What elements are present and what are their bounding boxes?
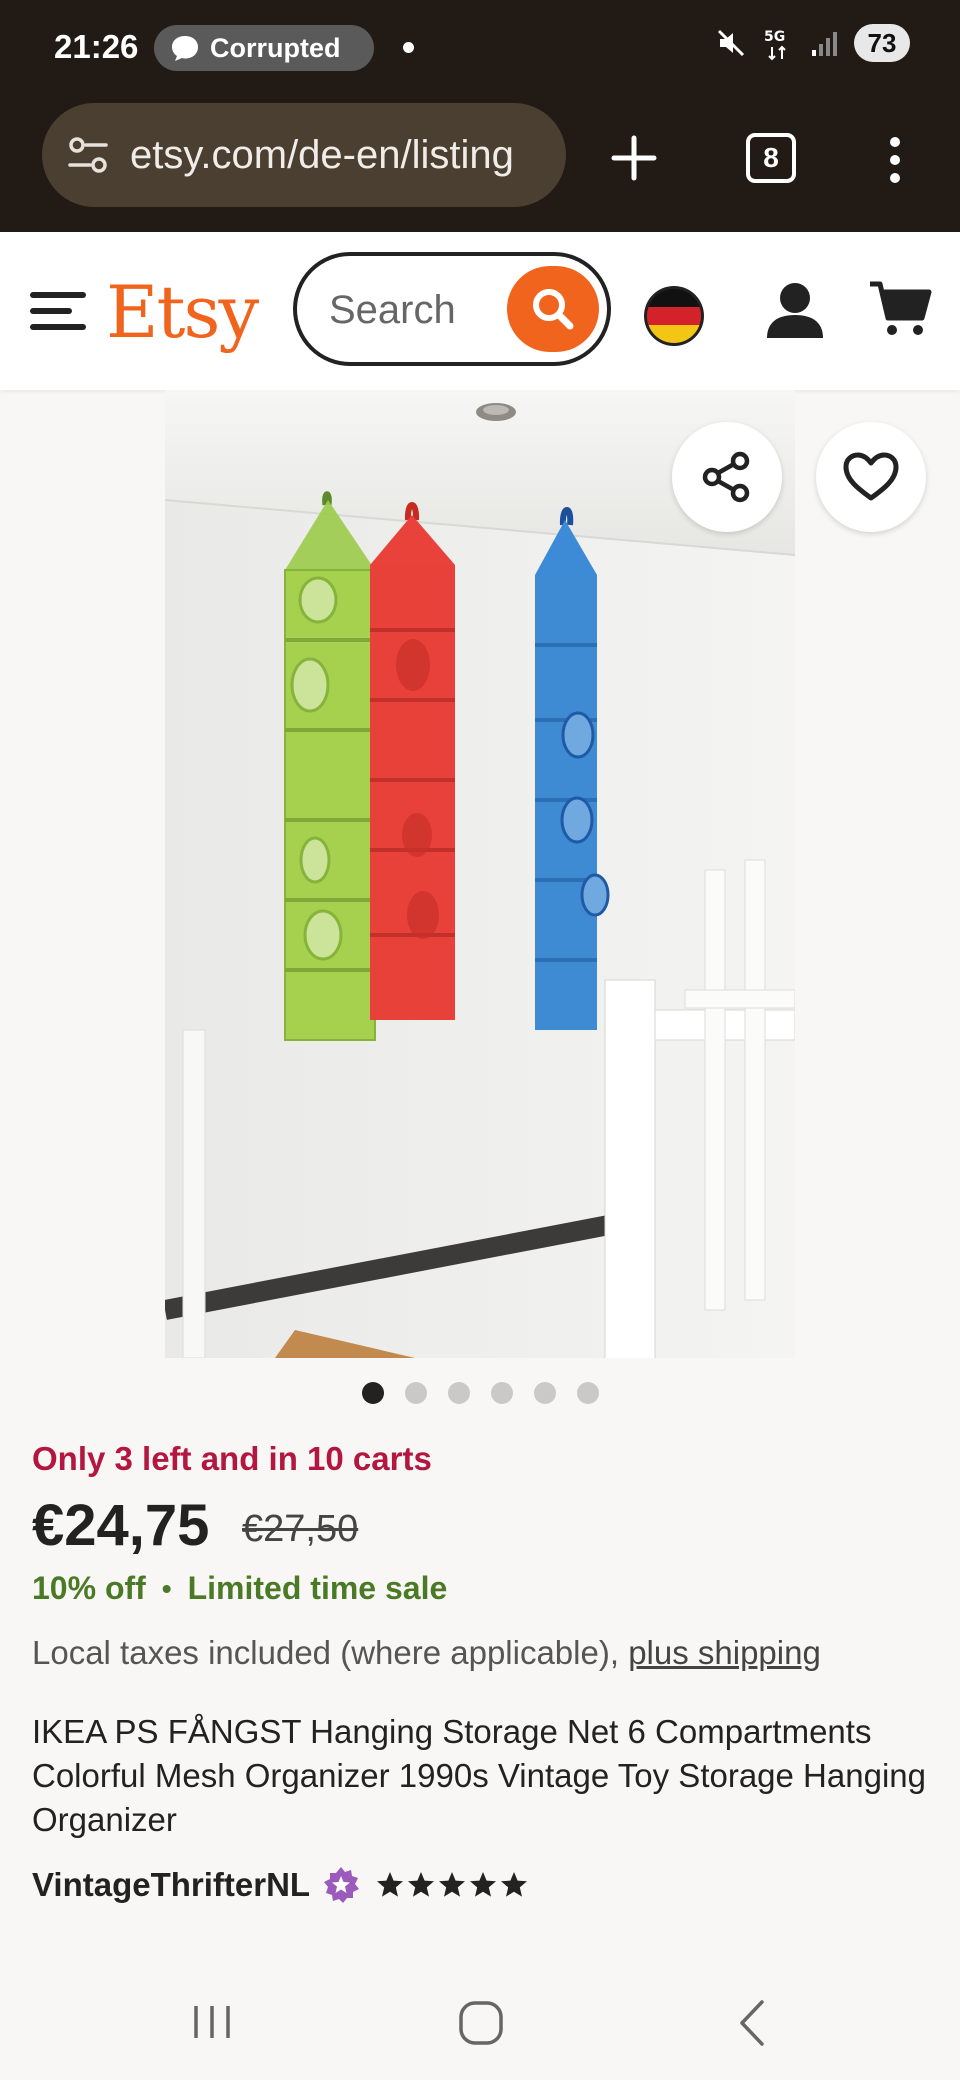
red-net [370,502,455,1020]
shipping-link[interactable]: plus shipping [628,1634,821,1671]
plus-icon[interactable] [606,130,662,186]
notification-pill[interactable]: Corrupted [154,25,374,71]
svg-text:5G: 5G [764,29,785,45]
gallery-dot[interactable] [362,1382,384,1404]
heart-icon [843,452,899,501]
clock: 21:26 [54,28,139,65]
message-icon [172,36,198,61]
status-icons: 5G 73 [714,24,910,62]
gallery-dot[interactable] [534,1382,556,1404]
back-icon[interactable] [736,1998,766,2048]
product-title: IKEA PS FÅNGST Hanging Storage Net 6 Com… [32,1713,926,1838]
battery-level: 73 [854,24,910,62]
star-icon [439,1872,466,1897]
shop-name-link[interactable]: VintageThrifterNL [32,1866,310,1904]
gallery-dot[interactable] [577,1382,599,1404]
home-icon[interactable] [458,2000,504,2046]
search-box [293,252,611,366]
network-icon: 5G [764,29,786,61]
etsy-logo[interactable]: Etsy [106,270,259,354]
share-button[interactable] [672,422,782,532]
star-icon [470,1872,497,1897]
search-button[interactable] [507,266,599,352]
notification-label: Corrupted [210,32,341,63]
site-header: Etsy [0,232,960,390]
signal-icon [812,32,837,56]
tax-text: Local taxes included (where applicable), [32,1634,620,1671]
product-photo [165,390,795,1358]
notification-dot [403,42,414,53]
menu-icon[interactable] [880,130,910,190]
tune-icon[interactable] [66,133,110,177]
gallery-dot[interactable] [405,1382,427,1404]
search-input[interactable] [327,280,501,340]
url-text[interactable]: etsy.com/de-en/listing [130,133,514,178]
mute-icon [717,29,745,57]
user-icon[interactable] [764,280,826,340]
cart-icon[interactable] [868,276,932,340]
share-icon [702,451,750,503]
search-icon [533,289,574,330]
stock-notice: Only 3 left and in 10 carts [32,1440,432,1477]
tabs-icon[interactable]: 8 [746,133,796,183]
sale-price: €24,75 [32,1493,210,1558]
original-price: €27,50 [242,1508,359,1550]
shop-info: VintageThrifterNL [32,1866,528,1904]
product-image[interactable] [165,390,795,1358]
sale-label: Limited time sale [187,1570,448,1606]
star-icon [377,1872,404,1897]
green-net [284,491,376,1041]
rating-stars[interactable] [376,1871,528,1899]
status-bar: 21:26 Corrupted 5G 73 [0,0,960,100]
germany-flag-icon[interactable] [642,284,706,348]
gallery-pagination [362,1382,599,1404]
gallery-dot[interactable] [491,1382,513,1404]
address-bar[interactable]: etsy.com/de-en/listing [42,103,566,207]
gallery-dot[interactable] [448,1382,470,1404]
system-nav-bar [0,1960,960,2080]
recent-apps-icon[interactable] [190,2002,234,2042]
star-icon [501,1872,528,1897]
star-seller-icon [324,1867,360,1903]
separator-dot: • [161,1572,172,1604]
sale-info: 10% off • Limited time sale [32,1570,447,1607]
hamburger-icon[interactable] [30,290,86,332]
favorite-button[interactable] [816,422,926,532]
star-icon [408,1872,435,1897]
tax-info: Local taxes included (where applicable),… [32,1634,821,1672]
discount-label: 10% off [32,1570,146,1606]
browser-toolbar: etsy.com/de-en/listing 8 [0,100,960,232]
